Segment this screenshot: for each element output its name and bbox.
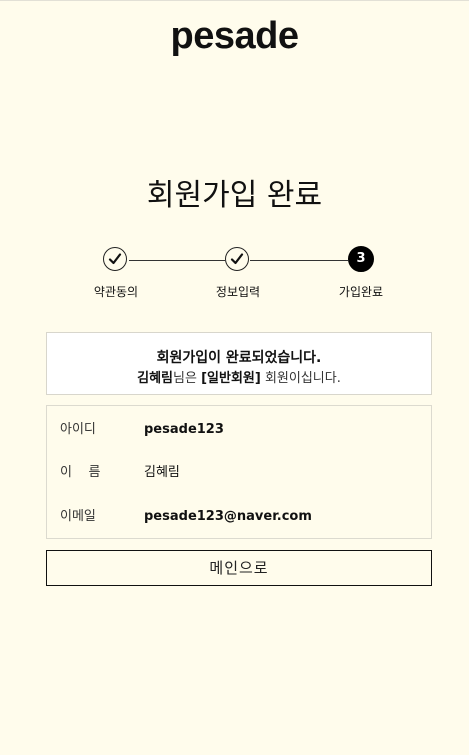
- page-title: 회원가입 완료: [146, 178, 323, 214]
- signup-complete-notice: 회원가입이 완료되었습니다. 김혜림님은 [일반회원] 회원이십니다.: [46, 332, 432, 395]
- step-2-label: 정보입력: [215, 285, 261, 299]
- info-row-id: 아이디 pesade123: [47, 418, 431, 442]
- member-grade: [일반회원]: [201, 371, 261, 386]
- info-value-email: pesade123@naver.com: [144, 509, 312, 524]
- notice-member-grade: 김혜림님은 [일반회원] 회원이십니다.: [47, 370, 431, 388]
- info-value-name: 김혜림: [144, 465, 180, 480]
- info-label-name: 이 름: [60, 465, 101, 480]
- step-3-number: 3: [348, 246, 374, 272]
- info-row-name: 이 름 김혜림: [47, 461, 431, 485]
- notice-text: 회원이십니다.: [260, 371, 341, 386]
- go-main-button[interactable]: 메인으로: [46, 550, 432, 586]
- member-info-box: 아이디 pesade123 이 름 김혜림 이메일 pesade123@nave…: [46, 405, 432, 539]
- info-row-email: 이메일 pesade123@naver.com: [47, 505, 431, 529]
- step-3-label: 가입완료: [338, 285, 384, 299]
- notice-headline: 회원가입이 완료되었습니다.: [156, 350, 322, 366]
- step-2-check-icon: [225, 247, 249, 271]
- step-connector-line: [250, 260, 348, 261]
- brand-logo[interactable]: pesade: [0, 14, 469, 58]
- signup-progress-steps: 약관동의 정보입력 3 가입완료: [0, 246, 469, 306]
- top-divider: [0, 0, 469, 1]
- member-name: 김혜림: [137, 371, 174, 386]
- info-label-id: 아이디: [60, 422, 96, 437]
- step-1-label: 약관동의: [93, 285, 139, 299]
- info-label-email: 이메일: [60, 509, 96, 524]
- info-value-id: pesade123: [144, 422, 224, 437]
- step-1-check-icon: [103, 247, 127, 271]
- notice-text: 님은: [173, 371, 202, 386]
- step-connector-line: [129, 260, 225, 261]
